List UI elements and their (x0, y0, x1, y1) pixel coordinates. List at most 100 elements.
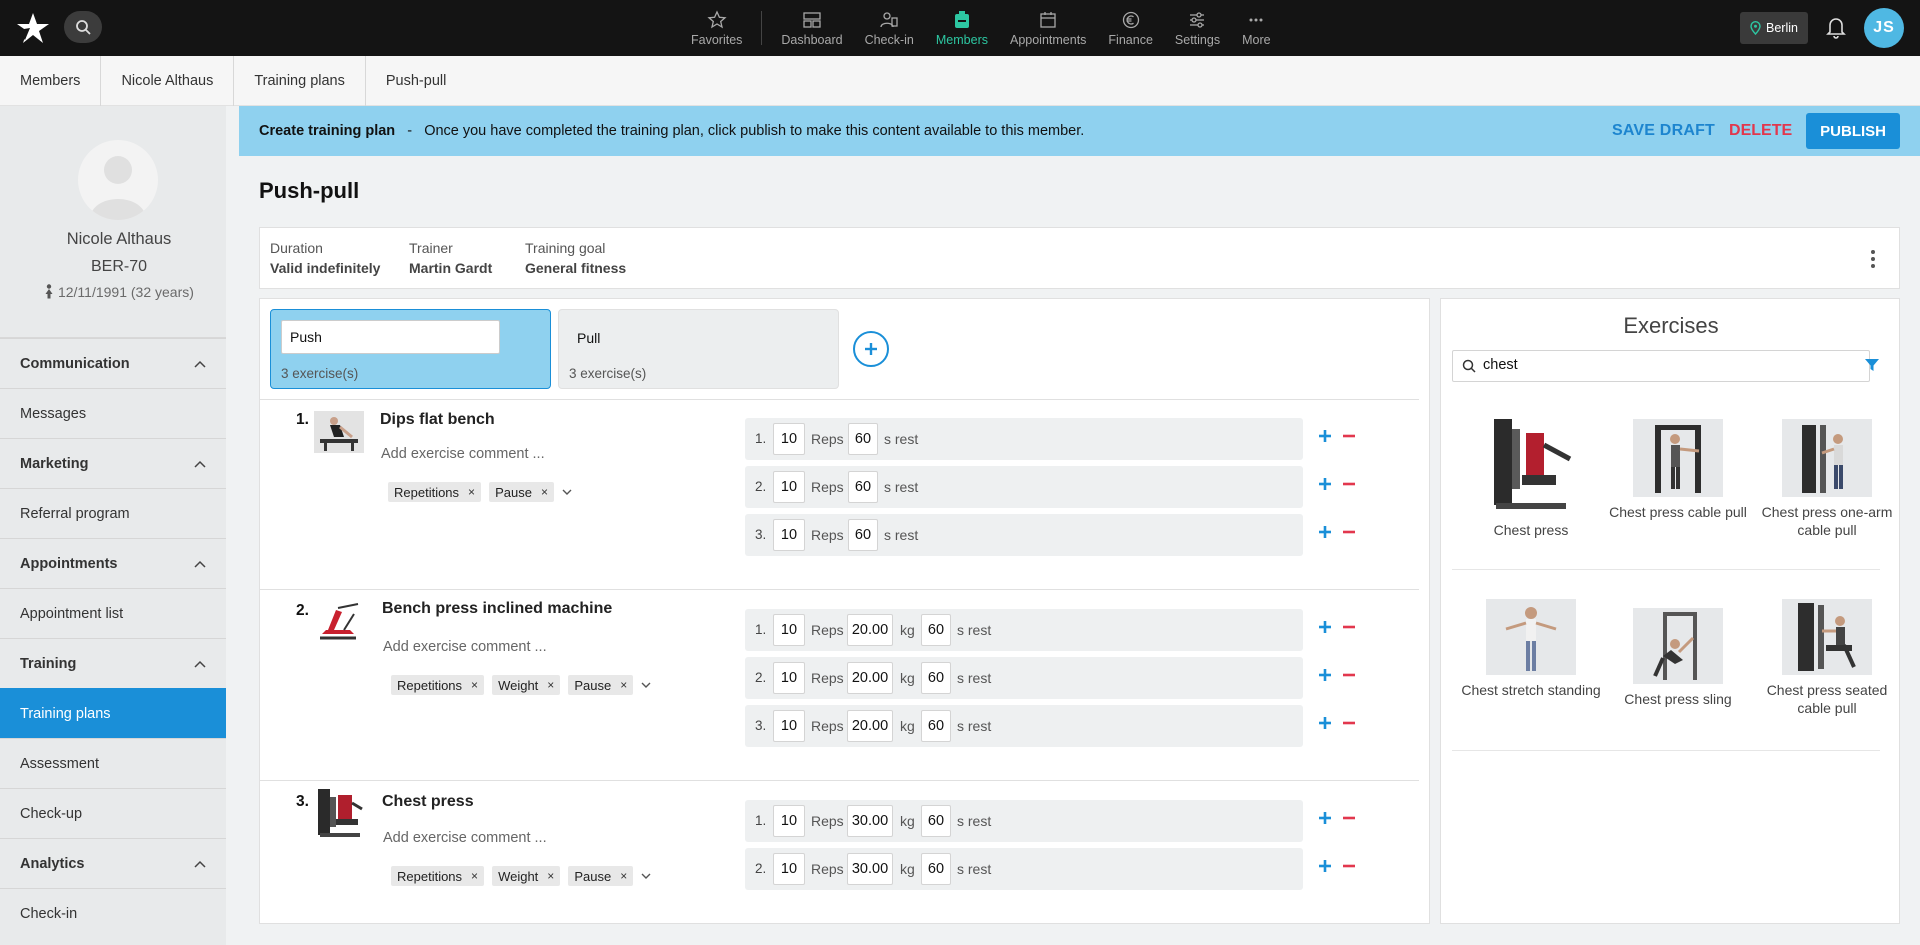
remove-tag-icon[interactable]: × (471, 678, 478, 692)
weight-input[interactable]: 30.00 (847, 805, 893, 837)
sidebar-item-check-in[interactable]: Check-in (0, 888, 226, 938)
add-set-plus-icon[interactable] (1318, 620, 1332, 634)
reps-input[interactable]: 10 (773, 662, 805, 694)
exercise-card[interactable]: Chest press cable pull (1604, 419, 1752, 521)
breadcrumb-training-plans[interactable]: Training plans (234, 56, 366, 106)
sidebar-item-referral-program[interactable]: Referral program (0, 488, 226, 538)
reps-input[interactable]: 10 (773, 471, 805, 503)
nav-more[interactable]: More (1231, 0, 1281, 56)
reps-input[interactable]: 10 (773, 423, 805, 455)
rest-input[interactable]: 60 (921, 805, 951, 837)
add-set-plus-icon[interactable] (1318, 811, 1332, 825)
rest-input[interactable]: 60 (921, 710, 951, 742)
day-tab-pull[interactable]: Pull 3 exercise(s) (558, 309, 839, 389)
exercise-comment-input[interactable]: Add exercise comment ... (381, 446, 545, 462)
add-set-plus-icon[interactable] (1318, 859, 1332, 873)
filter-icon[interactable] (1864, 357, 1880, 373)
add-set-plus-icon[interactable] (1318, 477, 1332, 491)
exercise-card[interactable]: Chest press sling (1604, 608, 1752, 708)
remove-tag-icon[interactable]: × (620, 678, 627, 692)
exercise-card[interactable]: Chest press one-arm cable pull (1753, 419, 1901, 539)
kebab-menu-icon[interactable] (1871, 250, 1875, 271)
chevron-down-icon[interactable] (641, 682, 651, 689)
weight-input[interactable]: 20.00 (847, 614, 893, 646)
reps-input[interactable]: 10 (773, 853, 805, 885)
nav-label: Members (935, 32, 988, 47)
remove-set-minus-icon[interactable] (1342, 859, 1356, 873)
rest-input[interactable]: 60 (921, 662, 951, 694)
rest-input[interactable]: 60 (848, 519, 878, 551)
reps-input[interactable]: 10 (773, 519, 805, 551)
remove-set-minus-icon[interactable] (1342, 429, 1356, 443)
rest-input[interactable]: 60 (848, 471, 878, 503)
sidebar-section-analytics[interactable]: Analytics (0, 838, 226, 888)
sidebar-section-training[interactable]: Training (0, 638, 226, 688)
remove-tag-icon[interactable]: × (547, 678, 554, 692)
brand-logo-icon[interactable] (16, 12, 49, 44)
remove-set-minus-icon[interactable] (1342, 668, 1356, 682)
breadcrumb-member-name[interactable]: Nicole Althaus (101, 56, 235, 106)
add-set-plus-icon[interactable] (1318, 668, 1332, 682)
sidebar-item-messages[interactable]: Messages (0, 388, 226, 438)
exercise-comment-input[interactable]: Add exercise comment ... (383, 639, 547, 655)
location-selector[interactable]: Berlin (1740, 12, 1808, 44)
save-draft-button[interactable]: SAVE DRAFT (1612, 122, 1715, 140)
reps-input[interactable]: 10 (773, 805, 805, 837)
delete-button[interactable]: DELETE (1729, 122, 1792, 140)
exercise-name[interactable]: Dips flat bench (380, 411, 495, 429)
remove-set-minus-icon[interactable] (1342, 811, 1356, 825)
sidebar-section-marketing[interactable]: Marketing (0, 438, 226, 488)
reps-input[interactable]: 10 (773, 710, 805, 742)
sidebar-item-training-plans[interactable]: Training plans (0, 688, 226, 738)
exercise-search-input[interactable] (1483, 357, 1853, 373)
exercise-card[interactable]: Chest press seated cable pull (1753, 599, 1901, 717)
nav-favorites[interactable]: Favorites (680, 0, 753, 56)
chevron-down-icon[interactable] (562, 489, 572, 496)
notifications-bell-icon[interactable] (1824, 15, 1848, 39)
nav-settings[interactable]: Settings (1164, 0, 1231, 56)
global-search-button[interactable] (64, 11, 102, 43)
add-set-plus-icon[interactable] (1318, 716, 1332, 730)
user-avatar[interactable]: JS (1864, 8, 1904, 48)
reps-input[interactable]: 10 (773, 614, 805, 646)
chevron-down-icon[interactable] (641, 873, 651, 880)
add-day-button[interactable] (853, 331, 889, 367)
remove-set-minus-icon[interactable] (1342, 620, 1356, 634)
add-set-plus-icon[interactable] (1318, 525, 1332, 539)
remove-set-minus-icon[interactable] (1342, 716, 1356, 730)
sidebar-item-assessment[interactable]: Assessment (0, 738, 226, 788)
remove-tag-icon[interactable]: × (620, 869, 627, 883)
day-tab-push[interactable]: 3 exercise(s) (270, 309, 551, 389)
remove-tag-icon[interactable]: × (547, 869, 554, 883)
nav-finance[interactable]: Finance (1097, 0, 1163, 56)
remove-set-minus-icon[interactable] (1342, 477, 1356, 491)
rest-input[interactable]: 60 (921, 614, 951, 646)
nav-appointments[interactable]: Appointments (999, 0, 1097, 56)
sidebar-section-appointments[interactable]: Appointments (0, 538, 226, 588)
breadcrumb-members[interactable]: Members (0, 56, 102, 106)
remove-tag-icon[interactable]: × (471, 869, 478, 883)
remove-tag-icon[interactable]: × (468, 485, 475, 499)
nav-members[interactable]: Members (925, 0, 999, 56)
nav-dashboard[interactable]: Dashboard (770, 0, 853, 56)
weight-input[interactable]: 30.00 (847, 853, 893, 885)
remove-tag-icon[interactable]: × (541, 485, 548, 499)
exercise-name[interactable]: Chest press (382, 793, 474, 811)
weight-input[interactable]: 20.00 (847, 662, 893, 694)
sidebar-item-appointment-list[interactable]: Appointment list (0, 588, 226, 638)
sidebar-section-communication[interactable]: Communication (0, 338, 226, 388)
publish-button[interactable]: PUBLISH (1806, 113, 1900, 149)
nav-check-in[interactable]: Check-in (854, 0, 925, 56)
exercise-card[interactable]: Chest press (1457, 415, 1605, 539)
remove-set-minus-icon[interactable] (1342, 525, 1356, 539)
exercise-search-field[interactable] (1452, 350, 1870, 382)
exercise-name[interactable]: Bench press inclined machine (382, 600, 612, 618)
add-set-plus-icon[interactable] (1318, 429, 1332, 443)
weight-input[interactable]: 20.00 (847, 710, 893, 742)
sidebar-item-check-up[interactable]: Check-up (0, 788, 226, 838)
rest-input[interactable]: 60 (848, 423, 878, 455)
exercise-comment-input[interactable]: Add exercise comment ... (383, 830, 547, 846)
exercise-card[interactable]: Chest stretch standing (1457, 599, 1605, 699)
day-name-input[interactable] (281, 320, 500, 354)
rest-input[interactable]: 60 (921, 853, 951, 885)
